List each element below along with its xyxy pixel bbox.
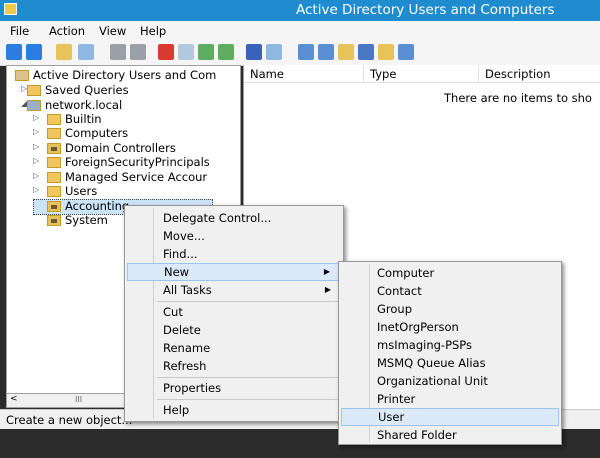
new-ou-icon[interactable] — [338, 44, 354, 60]
submenu-item-organizational-unit[interactable]: Organizational Unit — [341, 372, 559, 390]
menu-file[interactable]: File — [10, 24, 29, 38]
filter-icon[interactable] — [358, 44, 374, 60]
submenu-item-shared-folder[interactable]: Shared Folder — [341, 426, 559, 444]
forward-icon[interactable] — [26, 44, 42, 60]
title-bar: Active Directory Users and Computers — [0, 0, 600, 21]
submenu-item-msmq-queue-alias[interactable]: MSMQ Queue Alias — [341, 354, 559, 372]
menu-separator — [157, 399, 341, 400]
domain-icon — [27, 100, 41, 111]
menu-item-all-tasks[interactable]: All Tasks ▶ — [127, 281, 341, 299]
toolbar — [0, 40, 600, 66]
menu-separator — [157, 301, 341, 302]
expand-arrow-icon[interactable]: ▷ — [33, 142, 39, 151]
snapin-icon — [15, 70, 29, 81]
window-title: Active Directory Users and Computers — [296, 2, 555, 18]
ou-icon — [47, 215, 61, 226]
menu-item-delete[interactable]: Delete — [127, 321, 341, 339]
submenu-arrow-icon: ▶ — [323, 267, 330, 276]
folder-icon — [47, 128, 61, 139]
copy-icon[interactable] — [130, 44, 146, 60]
empty-message: There are no items to sho — [444, 91, 592, 105]
status-text: Create a new object... — [6, 413, 133, 427]
help-icon[interactable] — [246, 44, 262, 60]
menu-item-properties[interactable]: Properties — [127, 379, 341, 397]
menu-item-find[interactable]: Find... — [127, 245, 341, 263]
folder-icon — [27, 85, 41, 96]
new-group-icon[interactable] — [318, 44, 334, 60]
submenu-item-inetorgperson[interactable]: InetOrgPerson — [341, 318, 559, 336]
menu-item-move[interactable]: Move... — [127, 227, 341, 245]
column-description[interactable]: Description — [479, 65, 600, 83]
menu-item-new[interactable]: New ▶ — [127, 263, 341, 281]
view-icon[interactable] — [266, 44, 282, 60]
submenu-item-group[interactable]: Group — [341, 300, 559, 318]
submenu-item-msimaging-psps[interactable]: msImaging-PSPs — [341, 336, 559, 354]
menu-item-rename[interactable]: Rename — [127, 339, 341, 357]
cut-icon[interactable] — [110, 44, 126, 60]
ou-icon — [47, 201, 61, 212]
menu-help[interactable]: Help — [140, 24, 166, 38]
properties-icon[interactable] — [178, 44, 194, 60]
scroll-left-icon[interactable]: < — [10, 394, 18, 404]
new-user-icon[interactable] — [298, 44, 314, 60]
expand-arrow-icon[interactable]: ▷ — [33, 156, 39, 165]
column-name[interactable]: Name — [244, 65, 364, 83]
menu-item-refresh[interactable]: Refresh — [127, 357, 341, 375]
context-menu: Delegate Control... Move... Find... New … — [124, 205, 344, 422]
submenu-arrow-icon: ▶ — [324, 285, 331, 294]
folder-icon — [47, 157, 61, 168]
submenu-item-user[interactable]: User — [341, 408, 559, 426]
menu-bar: File Action View Help — [0, 21, 600, 40]
menu-item-delegate-control[interactable]: Delegate Control... — [127, 209, 341, 227]
expand-arrow-icon[interactable]: ▷ — [33, 113, 39, 122]
new-submenu: Computer Contact Group InetOrgPerson msI… — [338, 261, 562, 445]
add-to-group-icon[interactable] — [398, 44, 414, 60]
menu-action[interactable]: Action — [49, 24, 85, 38]
submenu-item-contact[interactable]: Contact — [341, 282, 559, 300]
expand-arrow-icon[interactable]: ▷ — [33, 185, 39, 194]
menu-item-help[interactable]: Help — [127, 401, 341, 419]
show-tree-icon[interactable] — [78, 44, 94, 60]
scroll-grip[interactable]: III — [75, 395, 82, 404]
up-folder-icon[interactable] — [56, 44, 72, 60]
delete-icon[interactable] — [158, 44, 174, 60]
ou-icon — [47, 143, 61, 154]
expand-arrow-icon[interactable]: ▷ — [33, 171, 39, 180]
menu-separator — [157, 377, 341, 378]
find-icon[interactable] — [378, 44, 394, 60]
export-icon[interactable] — [218, 44, 234, 60]
submenu-item-computer[interactable]: Computer — [341, 264, 559, 282]
submenu-item-printer[interactable]: Printer — [341, 390, 559, 408]
back-icon[interactable] — [6, 44, 22, 60]
folder-icon — [47, 172, 61, 183]
expand-arrow-icon[interactable]: ▷ — [33, 127, 39, 136]
menu-item-cut[interactable]: Cut — [127, 303, 341, 321]
column-type[interactable]: Type — [364, 65, 479, 83]
folder-icon — [47, 186, 61, 197]
app-icon — [4, 3, 17, 15]
refresh-icon[interactable] — [198, 44, 214, 60]
folder-icon — [47, 114, 61, 125]
menu-view[interactable]: View — [99, 24, 126, 38]
